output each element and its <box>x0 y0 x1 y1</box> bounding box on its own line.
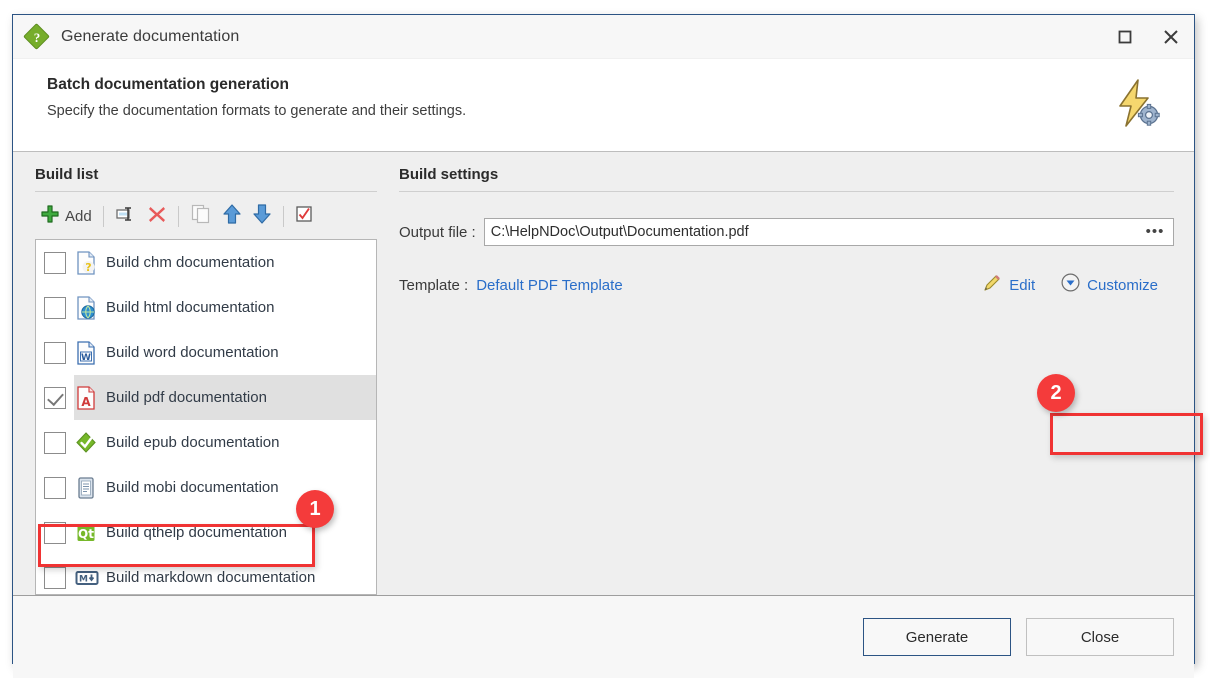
svg-text:?: ? <box>85 261 91 274</box>
build-pdf-checkbox[interactable] <box>44 386 66 409</box>
close-icon <box>1162 28 1180 46</box>
template-label: Template : <box>399 276 469 294</box>
header-text-block: Batch documentation generation Specify t… <box>47 76 1108 119</box>
build-list-toolbar: Add <box>35 199 377 233</box>
toolbar-separator <box>102 205 104 227</box>
qthelp-file-icon: Qt <box>75 521 97 545</box>
list-item-label: Build qthelp documentation <box>106 524 287 541</box>
generate-documentation-dialog: ? Generate documentation Batch documenta… <box>12 14 1203 678</box>
dialog-footer: Generate Close <box>13 595 1194 678</box>
list-item-label: Build mobi documentation <box>106 479 279 496</box>
close-dialog-button[interactable]: Close <box>1026 618 1174 656</box>
header-subtitle: Specify the documentation formats to gen… <box>47 103 467 119</box>
header-title: Batch documentation generation <box>47 76 289 93</box>
edit-link-label: Edit <box>1009 276 1036 294</box>
build-settings-title: Build settings <box>399 166 1174 192</box>
copy-icon <box>190 203 212 230</box>
add-button[interactable]: Add <box>35 201 97 231</box>
arrow-up-icon <box>222 203 242 230</box>
build-pdf-documentation-row[interactable]: A Build pdf documentation <box>36 375 376 420</box>
maximize-button[interactable] <box>1102 15 1148 59</box>
mobi-file-icon <box>75 476 97 500</box>
build-list-box[interactable]: ? Build chm documentation Build html doc… <box>35 239 377 595</box>
output-file-label: Output file : <box>399 223 476 241</box>
chevron-down-circle-icon <box>1061 273 1080 297</box>
build-html-checkbox[interactable] <box>44 296 66 319</box>
markdown-file-icon: M <box>75 566 99 590</box>
customize-link[interactable]: Customize <box>1055 270 1164 300</box>
close-button[interactable] <box>1148 15 1194 59</box>
build-markdown-checkbox[interactable] <box>44 566 66 589</box>
list-item-label: Build word documentation <box>106 344 279 361</box>
diamond-question-glyph: ? <box>33 29 41 45</box>
annotation-badge-2: 2 <box>1037 374 1075 412</box>
build-epub-checkbox[interactable] <box>44 431 66 454</box>
list-item[interactable]: M Build markdown documentation <box>36 555 376 594</box>
list-item[interactable]: Build epub documentation <box>36 420 376 465</box>
generate-button[interactable]: Generate <box>863 618 1011 656</box>
build-settings-pane: Build settings Output file : C:\HelpNDoc… <box>385 166 1194 595</box>
chm-file-icon: ? <box>75 250 97 275</box>
lightning-gear-icon <box>1108 76 1162 130</box>
build-list-title: Build list <box>35 166 377 192</box>
ellipsis-icon[interactable]: ••• <box>1143 224 1167 239</box>
svg-text:W: W <box>81 353 91 363</box>
arrow-down-icon <box>252 203 272 230</box>
pencil-icon <box>982 273 1002 298</box>
dialog-header: Batch documentation generation Specify t… <box>13 59 1194 152</box>
build-mobi-checkbox[interactable] <box>44 476 66 499</box>
template-row: Template : Default PDF Template Edit Cus… <box>399 272 1174 298</box>
delete-x-icon <box>147 204 167 229</box>
toggle-all-button[interactable] <box>290 201 318 231</box>
window-title: Generate documentation <box>61 27 240 45</box>
svg-text:A: A <box>81 395 91 409</box>
build-list-pane: Build list Add ? Build chm documentation… <box>13 166 385 595</box>
list-item[interactable]: W Build word documentation <box>36 330 376 375</box>
rename-button[interactable] <box>110 201 142 231</box>
duplicate-button[interactable] <box>185 201 217 231</box>
list-item-label: Build markdown documentation <box>106 569 316 586</box>
maximize-icon <box>1117 29 1133 45</box>
output-file-value: C:\HelpNDoc\Output\Documentation.pdf <box>490 224 749 240</box>
html-file-icon <box>75 295 97 320</box>
plus-icon <box>40 204 60 229</box>
template-value-link[interactable]: Default PDF Template <box>476 277 622 294</box>
title-bar: ? Generate documentation <box>13 15 1194 59</box>
add-button-label: Add <box>65 207 92 225</box>
build-chm-checkbox[interactable] <box>44 251 66 274</box>
list-item-label: Build epub documentation <box>106 434 280 451</box>
word-file-icon: W <box>75 340 97 365</box>
toolbar-separator <box>177 205 179 227</box>
svg-text:Qt: Qt <box>78 527 94 541</box>
move-down-button[interactable] <box>247 201 277 231</box>
list-item-label: Build pdf documentation <box>106 389 267 406</box>
list-item[interactable]: Build html documentation <box>36 285 376 330</box>
list-item[interactable]: ? Build chm documentation <box>36 240 376 285</box>
annotation-badge-1: 1 <box>296 490 334 528</box>
delete-button[interactable] <box>142 201 172 231</box>
build-word-checkbox[interactable] <box>44 341 66 364</box>
checkbox-check-icon <box>295 205 313 228</box>
build-qthelp-checkbox[interactable] <box>44 521 66 544</box>
output-file-input[interactable]: C:\HelpNDoc\Output\Documentation.pdf ••• <box>483 218 1174 246</box>
rename-icon <box>115 204 137 229</box>
list-item-label: Build chm documentation <box>106 254 275 271</box>
edit-link[interactable]: Edit <box>976 270 1041 301</box>
customize-link-label: Customize <box>1087 276 1158 294</box>
toolbar-separator <box>282 205 284 227</box>
dialog-body: Build list Add ? Build chm documentation… <box>13 152 1203 595</box>
move-up-button[interactable] <box>217 201 247 231</box>
svg-text:M: M <box>79 574 88 584</box>
helpndoc-diamond-icon: ? <box>23 22 50 50</box>
epub-file-icon <box>75 431 97 455</box>
output-file-row: Output file : C:\HelpNDoc\Output\Documen… <box>399 218 1174 246</box>
list-item-label: Build html documentation <box>106 299 275 316</box>
pdf-file-icon: A <box>75 385 97 410</box>
